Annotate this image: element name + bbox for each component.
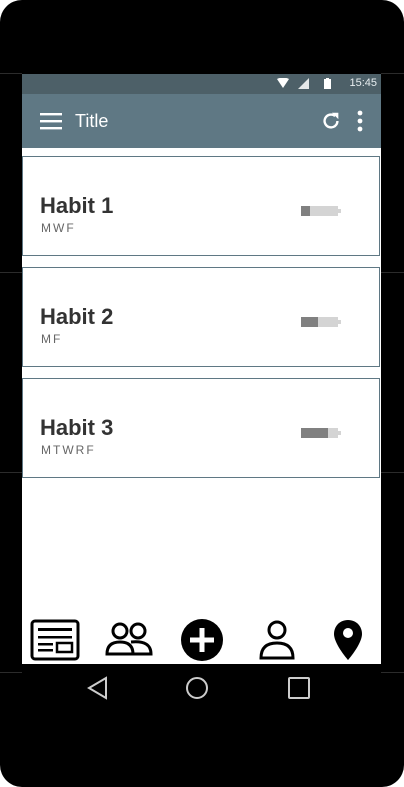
group-icon[interactable]: [105, 618, 153, 662]
refresh-icon[interactable]: [320, 110, 342, 132]
habit-progress: [301, 314, 341, 327]
phone-frame: 15:45 Title Habit 1 MWF Habit 2 MF Habit…: [0, 0, 404, 787]
habit-progress: [301, 425, 341, 438]
bezel-line: [381, 472, 404, 473]
more-vert-icon[interactable]: [356, 110, 364, 132]
habit-name: Habit 3: [40, 415, 114, 440]
habit-card[interactable]: Habit 2 MF: [22, 267, 380, 367]
bezel-line: [381, 73, 404, 74]
bezel-line: [381, 672, 404, 673]
app-screen: 15:45 Title Habit 1 MWF Habit 2 MF Habit…: [22, 74, 381, 664]
progress-fill: [301, 206, 310, 216]
progress-tip: [338, 209, 341, 213]
menu-icon[interactable]: [40, 112, 62, 130]
battery-icon: [324, 78, 331, 89]
app-bar: Title: [22, 94, 381, 148]
progress-bar: [301, 206, 341, 216]
habit-name: Habit 1: [40, 193, 114, 218]
habit-card[interactable]: Habit 3 MTWRF: [22, 378, 380, 478]
recents-icon[interactable]: [288, 676, 310, 700]
bezel-line: [0, 672, 22, 673]
system-nav-bar: [22, 664, 381, 712]
bezel-line: [0, 472, 22, 473]
page-title: Title: [75, 111, 109, 131]
home-icon[interactable]: [185, 676, 209, 700]
status-time: 15:45: [349, 77, 377, 89]
bezel-line: [0, 73, 22, 74]
habit-days: MWF: [41, 221, 76, 235]
habit-days: MF: [41, 332, 63, 346]
habit-days: MTWRF: [41, 443, 96, 457]
habit-progress: [301, 203, 341, 216]
back-icon[interactable]: [86, 676, 108, 700]
wifi-icon: [277, 78, 289, 88]
add-circle-icon[interactable]: [180, 618, 224, 662]
progress-fill: [301, 317, 318, 327]
bezel-line: [0, 272, 22, 273]
location-pin-icon[interactable]: [332, 618, 364, 662]
habit-name: Habit 2: [40, 304, 114, 329]
feed-icon[interactable]: [30, 618, 80, 662]
bezel-line: [381, 272, 404, 273]
progress-bar: [301, 428, 341, 438]
progress-tip: [338, 320, 341, 324]
status-bar: 15:45: [22, 74, 381, 94]
progress-fill: [301, 428, 328, 438]
signal-icon: [298, 78, 309, 89]
person-icon[interactable]: [259, 618, 295, 662]
bottom-nav: [22, 614, 381, 664]
progress-tip: [338, 431, 341, 435]
progress-bar: [301, 317, 341, 327]
habit-card[interactable]: Habit 1 MWF: [22, 156, 380, 256]
